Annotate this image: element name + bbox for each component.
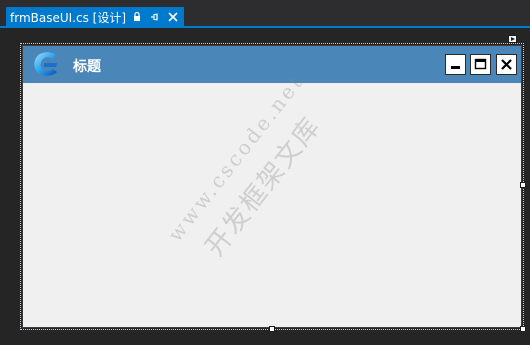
pin-icon[interactable] — [148, 10, 162, 24]
form-client-area[interactable] — [23, 83, 521, 327]
smart-tag-icon[interactable] — [508, 35, 517, 43]
minimize-icon — [451, 66, 460, 69]
form-window[interactable]: 标题 — [22, 45, 522, 328]
minimize-button[interactable] — [445, 54, 466, 75]
form-title: 标题 — [73, 59, 101, 75]
maximize-icon — [474, 58, 487, 70]
document-tab-title: frmBaseUI.cs [设计] — [10, 10, 127, 25]
form-titlebar[interactable]: 标题 — [23, 46, 521, 83]
resize-handle-corner[interactable] — [520, 326, 526, 332]
app-logo-icon — [31, 50, 61, 78]
document-tabstrip: frmBaseUI.cs [设计] — [0, 0, 530, 28]
document-tab[interactable]: frmBaseUI.cs [设计] — [6, 7, 184, 27]
close-button[interactable] — [496, 54, 517, 75]
maximize-button[interactable] — [470, 54, 491, 75]
lock-icon — [130, 10, 144, 24]
close-icon — [501, 59, 512, 70]
close-icon[interactable] — [166, 10, 180, 24]
resize-handle-right[interactable] — [520, 182, 526, 188]
resize-handle-bottom[interactable] — [269, 326, 275, 332]
